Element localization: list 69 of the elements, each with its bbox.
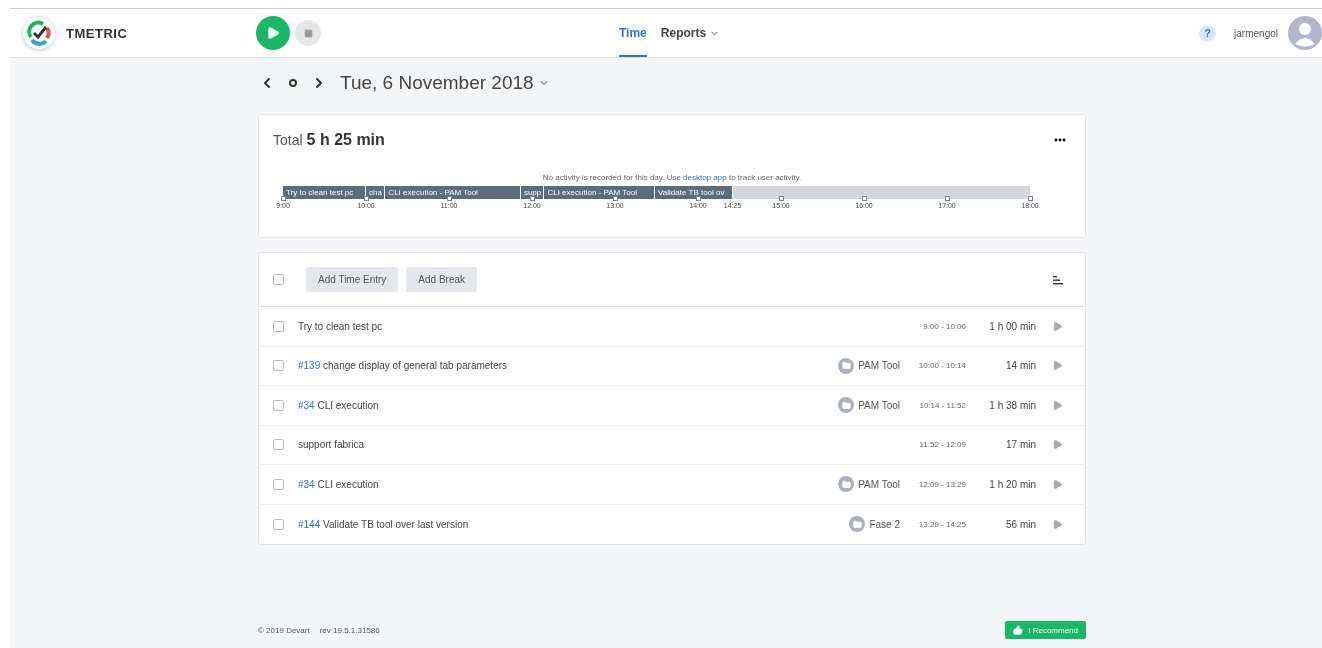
timeline-segment[interactable]: Validate TB tool ov <box>655 186 733 199</box>
issue-link[interactable]: #139 <box>298 360 321 372</box>
time-range: 10:14 - 11:52 <box>918 400 966 410</box>
timeline-segment[interactable]: Try to clean test pc <box>283 186 366 199</box>
time-range: 13:29 - 14:25 <box>917 519 966 529</box>
activity-notice: No activity is recorded for this day. Use desktop app to track user activity. <box>541 173 803 182</box>
issue-link[interactable]: #34 <box>298 478 315 490</box>
start-timer-button[interactable] <box>256 16 290 50</box>
timeline-segment[interactable]: CLI execution - PAM Tool <box>544 186 656 199</box>
sort-icon[interactable] <box>1053 274 1063 285</box>
help-icon[interactable]: ? <box>1199 24 1217 42</box>
folder-icon <box>849 516 866 533</box>
play-icon[interactable] <box>1052 518 1063 530</box>
entry-checkbox[interactable] <box>273 320 284 332</box>
revision: rev 19.5.1.31586 <box>319 625 380 635</box>
entry-checkbox[interactable] <box>273 478 284 490</box>
copyright: © 2019 Devart <box>258 625 310 635</box>
project-name: Fase 2 <box>869 518 900 530</box>
duration: 1 h 00 min <box>988 320 1036 332</box>
entry-title[interactable]: #34 CLI execution <box>298 399 839 411</box>
toolbar-button[interactable]: Add Time Entry <box>306 267 399 292</box>
entry-title[interactable]: Try to clean test pc <box>298 320 900 332</box>
play-icon[interactable] <box>1052 320 1063 332</box>
entry-checkbox[interactable] <box>273 399 284 411</box>
time-range: 9:00 - 10:00 <box>922 321 966 331</box>
total-label: Total <box>273 132 303 148</box>
timeline-segment[interactable]: CLI execution - PAM Tool <box>385 186 521 199</box>
project-name: PAM Tool <box>858 478 900 490</box>
entry-checkbox[interactable] <box>273 360 284 372</box>
folder-icon <box>838 476 855 493</box>
duration: 1 h 38 min <box>988 399 1036 411</box>
user-name[interactable]: jarmengol <box>1234 27 1278 39</box>
time-range: 10:00 - 10:14 <box>917 361 966 371</box>
play-icon[interactable] <box>1052 439 1063 451</box>
thumbs-up-icon <box>1013 625 1024 635</box>
avatar-icon[interactable] <box>1288 16 1322 50</box>
total-value: 5 h 25 min <box>306 131 385 149</box>
select-all-checkbox[interactable] <box>273 274 284 285</box>
nav-tab[interactable]: Reports <box>660 9 721 57</box>
play-icon <box>266 26 280 40</box>
time-range: 12:09 - 13:29 <box>917 479 966 489</box>
stop-icon <box>303 28 313 38</box>
play-icon[interactable] <box>1052 478 1063 490</box>
nav-tab[interactable]: Time <box>619 9 647 57</box>
entry-title[interactable]: #34 CLI execution <box>298 478 839 490</box>
entry-title[interactable]: #139 change display of general tab parameters <box>298 360 839 372</box>
entry-title[interactable]: support fabrica <box>298 439 900 451</box>
duration: 14 min <box>1005 360 1036 372</box>
time-range: 11:52 - 12:09 <box>918 440 966 450</box>
project-name: PAM Tool <box>858 360 900 372</box>
play-icon[interactable] <box>1052 360 1063 372</box>
desktop-app-link[interactable]: desktop app <box>683 173 727 182</box>
entry-title[interactable]: #144 Validate TB tool over last version <box>298 518 850 530</box>
folder-icon <box>838 357 855 374</box>
project-name: PAM Tool <box>858 399 900 411</box>
toolbar-button[interactable]: Add Break <box>406 267 478 292</box>
date-picker[interactable]: Tue, 6 November 2018 <box>340 72 550 94</box>
issue-link[interactable]: #34 <box>298 399 315 411</box>
duration: 56 min <box>1005 518 1036 530</box>
brand-name: TMETRIC <box>66 25 129 41</box>
duration: 17 min <box>1005 439 1036 451</box>
issue-link[interactable]: #144 <box>298 518 321 530</box>
timeline-segment[interactable]: cha <box>366 186 386 199</box>
play-icon[interactable] <box>1052 399 1063 411</box>
entry-checkbox[interactable] <box>273 439 284 451</box>
stop-timer-button[interactable] <box>295 20 321 46</box>
duration: 1 h 20 min <box>988 478 1036 490</box>
entry-checkbox[interactable] <box>273 518 284 530</box>
folder-icon <box>838 397 855 414</box>
